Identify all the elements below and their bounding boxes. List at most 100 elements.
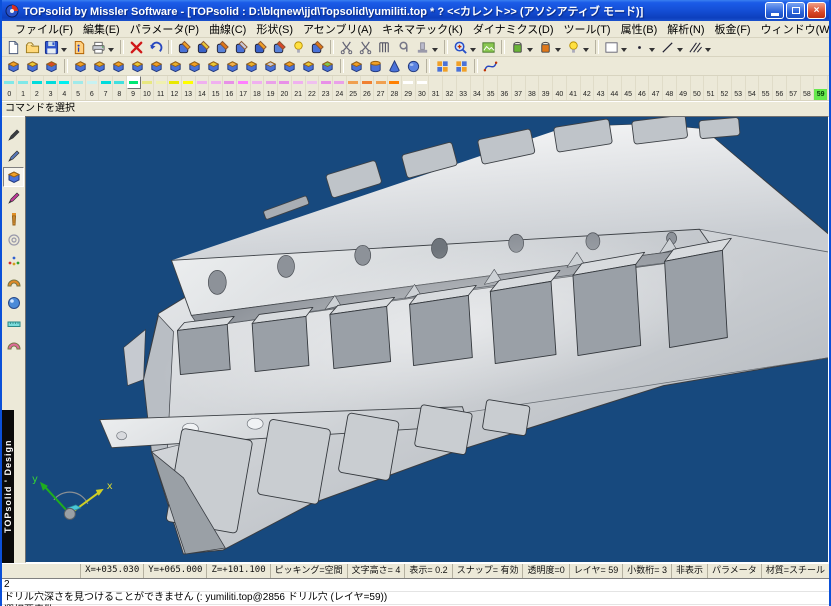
layer-cell-22[interactable]: 22 bbox=[306, 76, 320, 100]
layer-cell-29[interactable]: 29 bbox=[402, 76, 416, 100]
layer-cell-8[interactable]: 8 bbox=[113, 76, 127, 100]
layer-cell-2[interactable]: 2 bbox=[31, 76, 45, 100]
layer-cell-3[interactable]: 3 bbox=[44, 76, 58, 100]
layer-cell-14[interactable]: 14 bbox=[196, 76, 210, 100]
measure-ruler-button[interactable] bbox=[3, 314, 24, 334]
layer-cell-49[interactable]: 49 bbox=[677, 76, 691, 100]
close-button[interactable]: × bbox=[807, 2, 826, 19]
layer-cell-10[interactable]: 10 bbox=[141, 76, 155, 100]
layer-cell-23[interactable]: 23 bbox=[319, 76, 333, 100]
chamfer-button[interactable] bbox=[185, 57, 204, 75]
color-fill-button[interactable] bbox=[536, 38, 564, 56]
dropdown-arrow-icon[interactable] bbox=[705, 48, 711, 52]
trim-scissors-button[interactable] bbox=[337, 38, 356, 56]
menu-item-file[interactable]: ファイル(F) bbox=[10, 21, 78, 37]
layer-cell-24[interactable]: 24 bbox=[333, 76, 347, 100]
smart-cut-button[interactable] bbox=[356, 38, 375, 56]
shell-surface-button[interactable] bbox=[3, 335, 24, 355]
constrained-curve-button[interactable] bbox=[481, 57, 500, 75]
sphere-primitive-button[interactable] bbox=[404, 57, 423, 75]
solid-new-button[interactable] bbox=[4, 57, 23, 75]
layer-cell-1[interactable]: 1 bbox=[17, 76, 31, 100]
layer-cell-40[interactable]: 40 bbox=[553, 76, 567, 100]
layer-cell-20[interactable]: 20 bbox=[278, 76, 292, 100]
layer-cell-31[interactable]: 31 bbox=[429, 76, 443, 100]
light-button[interactable] bbox=[564, 38, 592, 56]
zoom-button[interactable] bbox=[451, 38, 479, 56]
layer-cell-55[interactable]: 55 bbox=[759, 76, 773, 100]
revolve-button[interactable] bbox=[90, 57, 109, 75]
layer-cell-44[interactable]: 44 bbox=[608, 76, 622, 100]
delete-button[interactable] bbox=[127, 38, 146, 56]
point-cloud-button[interactable] bbox=[3, 251, 24, 271]
matrix-pattern-button[interactable] bbox=[452, 57, 471, 75]
cone-primitive-button[interactable] bbox=[385, 57, 404, 75]
layer-cell-28[interactable]: 28 bbox=[388, 76, 402, 100]
print-button[interactable] bbox=[89, 38, 117, 56]
layer-cell-11[interactable]: 11 bbox=[154, 76, 168, 100]
layer-cell-41[interactable]: 41 bbox=[567, 76, 581, 100]
layer-cell-6[interactable]: 6 bbox=[86, 76, 100, 100]
cylinder-primitive-button[interactable] bbox=[366, 57, 385, 75]
current-color-button[interactable] bbox=[602, 38, 630, 56]
menu-item-curve[interactable]: 曲線(C) bbox=[204, 21, 251, 37]
layer-cell-4[interactable]: 4 bbox=[58, 76, 72, 100]
layer-cell-16[interactable]: 16 bbox=[223, 76, 237, 100]
layer-cell-57[interactable]: 57 bbox=[787, 76, 801, 100]
layer-cell-17[interactable]: 17 bbox=[237, 76, 251, 100]
block-primitive-button[interactable] bbox=[347, 57, 366, 75]
wrench-adjust-button[interactable] bbox=[232, 38, 251, 56]
pattern-comb-button[interactable] bbox=[375, 38, 394, 56]
layer-cell-45[interactable]: 45 bbox=[622, 76, 636, 100]
layer-cell-47[interactable]: 47 bbox=[649, 76, 663, 100]
extrude-button[interactable] bbox=[71, 57, 90, 75]
menu-item-assembly[interactable]: アセンブリ(A) bbox=[298, 21, 377, 37]
layer-cell-50[interactable]: 50 bbox=[691, 76, 705, 100]
grid-pattern-button[interactable] bbox=[433, 57, 452, 75]
analyze-shape-button[interactable] bbox=[194, 38, 213, 56]
layer-cell-25[interactable]: 25 bbox=[347, 76, 361, 100]
layer-cell-56[interactable]: 56 bbox=[773, 76, 787, 100]
clamp-button[interactable] bbox=[251, 38, 270, 56]
layer-cell-19[interactable]: 19 bbox=[264, 76, 278, 100]
layer-cell-5[interactable]: 5 bbox=[72, 76, 86, 100]
3d-viewport[interactable]: y x bbox=[25, 116, 829, 563]
layer-cell-48[interactable]: 48 bbox=[663, 76, 677, 100]
shape-modify-button[interactable] bbox=[3, 188, 24, 208]
shell-button[interactable] bbox=[223, 57, 242, 75]
surface-patch-button[interactable] bbox=[3, 272, 24, 292]
layer-cell-51[interactable]: 51 bbox=[704, 76, 718, 100]
screwdriver-button[interactable] bbox=[308, 38, 327, 56]
dropdown-arrow-icon[interactable] bbox=[527, 48, 533, 52]
layer-cell-30[interactable]: 30 bbox=[416, 76, 430, 100]
gauge-button[interactable] bbox=[270, 38, 289, 56]
undo-button[interactable] bbox=[146, 38, 165, 56]
sphere-surface-button[interactable] bbox=[3, 293, 24, 313]
layer-cell-43[interactable]: 43 bbox=[594, 76, 608, 100]
boss-button[interactable] bbox=[299, 57, 318, 75]
layer-cell-34[interactable]: 34 bbox=[471, 76, 485, 100]
dropdown-arrow-icon[interactable] bbox=[583, 48, 589, 52]
solid-delete-button[interactable] bbox=[42, 57, 61, 75]
new-document-button[interactable] bbox=[4, 38, 23, 56]
layer-cell-0[interactable]: 0 bbox=[3, 76, 17, 100]
pocket-button[interactable] bbox=[280, 57, 299, 75]
layer-cell-35[interactable]: 35 bbox=[484, 76, 498, 100]
hatch-style-button[interactable] bbox=[686, 38, 714, 56]
layer-cell-32[interactable]: 32 bbox=[443, 76, 457, 100]
menu-item-dynamics[interactable]: ダイナミクス(D) bbox=[468, 21, 559, 37]
curve-sketch-button[interactable] bbox=[3, 125, 24, 145]
rib-button[interactable] bbox=[318, 57, 337, 75]
history-nine-button[interactable] bbox=[394, 38, 413, 56]
thread-button[interactable] bbox=[242, 57, 261, 75]
menu-item-edit[interactable]: 編集(E) bbox=[78, 21, 125, 37]
fillet-button[interactable] bbox=[166, 57, 185, 75]
menu-item-shape[interactable]: 形状(S) bbox=[251, 21, 298, 37]
layer-cell-15[interactable]: 15 bbox=[209, 76, 223, 100]
layer-cell-33[interactable]: 33 bbox=[457, 76, 471, 100]
dropdown-arrow-icon[interactable] bbox=[677, 48, 683, 52]
menu-item-window[interactable]: ウィンドウ(W) bbox=[756, 21, 831, 37]
menu-item-parameter[interactable]: パラメータ(P) bbox=[125, 21, 204, 37]
restore-button[interactable] bbox=[786, 2, 805, 19]
layer-cell-21[interactable]: 21 bbox=[292, 76, 306, 100]
